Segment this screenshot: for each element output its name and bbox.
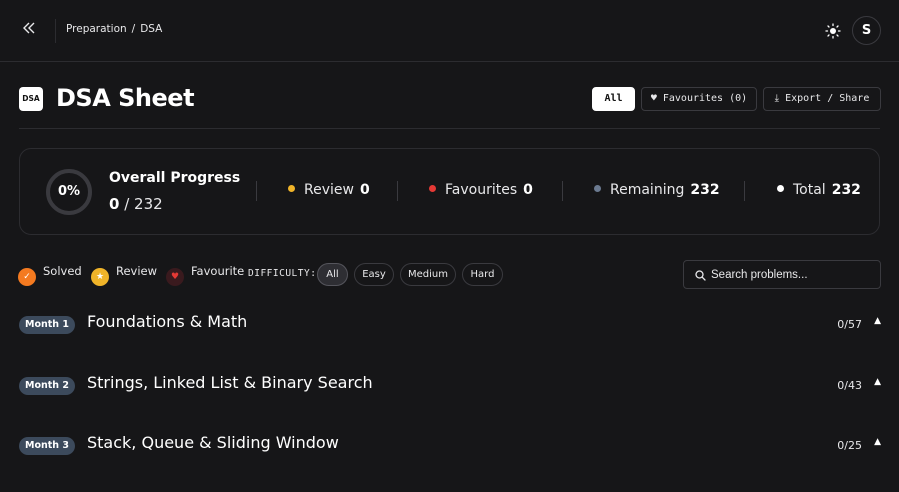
month-section-2[interactable]: Month 2 Strings, Linked List & Binary Se… (19, 371, 881, 401)
legend-solved: ✓ Solved (18, 264, 82, 286)
total-dot-icon (777, 185, 784, 192)
stat-favourites: Favourites 0 (429, 182, 533, 198)
legend-review: ★ Review (91, 264, 157, 286)
month-badge: Month 3 (19, 437, 75, 455)
stat-total: Total 232 (777, 182, 861, 198)
difficulty-label: DIFFICULTY: (248, 268, 317, 279)
divider (55, 19, 56, 43)
favourites-button[interactable]: ♥ Favourites (0) (641, 87, 757, 111)
divider (744, 181, 745, 201)
divider (562, 181, 563, 201)
month-section-1[interactable]: Month 1 Foundations & Math 0/57 ▲ (19, 310, 881, 340)
stat-remaining: Remaining 232 (594, 182, 720, 198)
breadcrumb: Preparation / DSA (66, 23, 162, 35)
month-progress-count: 0/57 (837, 318, 862, 331)
breadcrumb-separator: / (131, 23, 136, 35)
page-title: DSA Sheet (56, 84, 195, 112)
overall-progress-count: 0 / 232 (109, 195, 163, 213)
difficulty-medium-button[interactable]: Medium (400, 263, 456, 286)
filter-all-button[interactable]: All (592, 87, 635, 111)
check-icon: ✓ (18, 268, 36, 286)
divider (19, 128, 880, 129)
export-share-button[interactable]: ⤓ Export / Share (763, 87, 881, 111)
search-box[interactable] (683, 260, 881, 289)
month-progress-count: 0/43 (837, 379, 862, 392)
difficulty-hard-button[interactable]: Hard (462, 263, 503, 286)
heart-icon: ♥ (166, 268, 184, 286)
dsa-logo: DSA (19, 87, 43, 111)
stat-review: Review 0 (288, 182, 370, 198)
favourites-dot-icon (429, 185, 436, 192)
divider (397, 181, 398, 201)
top-bar: Preparation / DSA S (0, 0, 899, 62)
search-input[interactable] (711, 266, 871, 284)
divider (256, 181, 257, 201)
avatar[interactable]: S (852, 16, 881, 45)
double-chevron-left-icon[interactable] (22, 20, 42, 42)
caret-up-icon[interactable]: ▲ (874, 316, 881, 326)
review-dot-icon (288, 185, 295, 192)
star-icon: ★ (91, 268, 109, 286)
caret-up-icon[interactable]: ▲ (874, 377, 881, 387)
solved-count: 0 (109, 195, 120, 213)
legend-favourite: ♥ Favourite (166, 264, 244, 286)
sun-icon[interactable] (825, 23, 841, 39)
month-title: Stack, Queue & Sliding Window (87, 433, 339, 452)
difficulty-easy-button[interactable]: Easy (354, 263, 394, 286)
search-icon (695, 270, 706, 281)
month-title: Foundations & Math (87, 312, 248, 331)
month-section-3[interactable]: Month 3 Stack, Queue & Sliding Window 0/… (19, 431, 881, 461)
total-count-label: / 232 (124, 195, 163, 213)
month-title: Strings, Linked List & Binary Search (87, 373, 373, 392)
overall-progress-title: Overall Progress (109, 170, 241, 186)
progress-card: 0% Overall Progress 0 / 232 Review 0 Favo… (19, 148, 880, 235)
month-badge: Month 1 (19, 316, 75, 334)
progress-percent: 0% (57, 184, 81, 199)
breadcrumb-item-dsa: DSA (140, 23, 163, 35)
month-progress-count: 0/25 (837, 439, 862, 452)
remaining-dot-icon (594, 185, 601, 192)
caret-up-icon[interactable]: ▲ (874, 437, 881, 447)
difficulty-all-button[interactable]: All (317, 263, 348, 286)
month-badge: Month 2 (19, 377, 75, 395)
breadcrumb-item-preparation[interactable]: Preparation (66, 23, 127, 35)
